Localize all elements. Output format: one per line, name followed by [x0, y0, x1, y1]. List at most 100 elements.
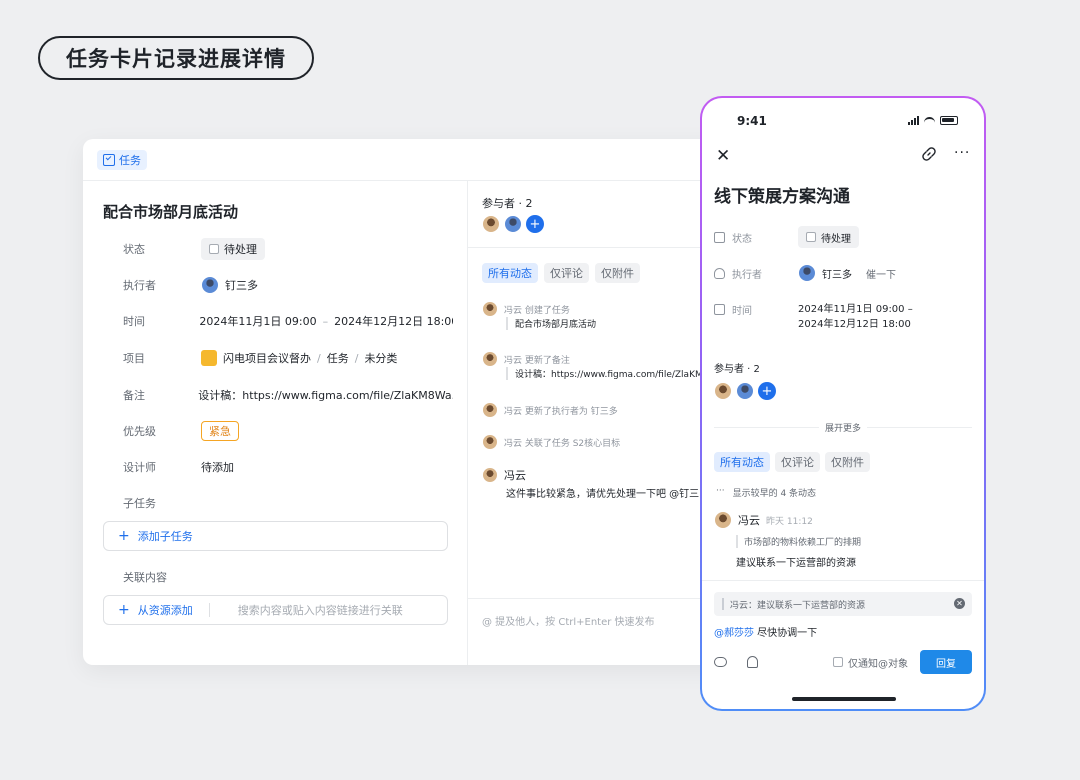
end-time: 2024年12月12日 18:00 [334, 315, 453, 328]
calendar-icon [714, 303, 725, 315]
status-chip[interactable]: 待处理 [201, 238, 265, 260]
avatar[interactable] [798, 264, 816, 282]
add-subtask-button[interactable]: + 添加子任务 [103, 521, 448, 551]
more-icon[interactable]: ··· [954, 145, 970, 161]
participants-label: 参与者 · 2 [714, 364, 760, 375]
comment-item: 冯云 昨天 11:12 市场部的物料依赖工厂的排期 建议联系一下运营部的资源 [714, 511, 974, 569]
task-title[interactable]: 配合市场部月底活动 [103, 201, 238, 222]
status-bar-icons [908, 116, 958, 125]
activity-text: 冯云 更新了备注 [504, 356, 570, 366]
signal-icon [908, 116, 919, 125]
headline: 任务卡片记录进展详情 [38, 36, 314, 80]
field-assignee: 执行者 钉三多 催一下 [714, 262, 976, 284]
status-chip[interactable]: 待处理 [798, 226, 859, 248]
add-participant-button[interactable]: + [526, 215, 544, 233]
time-value[interactable]: 2024年11月1日 09:00 – 2024年12月12日 18:00 [798, 298, 913, 332]
avatar [482, 467, 498, 483]
close-icon[interactable]: ✕ [716, 148, 730, 165]
plus-icon: + [118, 602, 130, 618]
filter-attachments[interactable]: 仅附件 [595, 263, 640, 283]
project-icon [201, 350, 217, 366]
participants-avatars: + [482, 215, 544, 233]
activity-quote: 设计稿：https://www.figma.com/file/ZlaKM8 [506, 367, 708, 380]
show-earlier-button[interactable]: ··· 显示较早的 4 条动态 [716, 486, 816, 499]
card-header: 任务 [83, 139, 743, 181]
assignee-name[interactable]: 钉三多 [822, 266, 852, 281]
urge-button[interactable]: 催一下 [866, 266, 896, 281]
add-participant-button[interactable]: + [758, 382, 776, 400]
bell-icon[interactable] [747, 656, 758, 668]
field-subtask: 子任务 [123, 491, 453, 515]
link-icon[interactable] [922, 147, 936, 161]
checkbox-icon [714, 231, 725, 243]
avatar [482, 434, 498, 450]
field-label: 备注 [123, 389, 145, 402]
comment-input[interactable]: @ 提及他人，按 Ctrl+Enter 快速发布 [482, 613, 655, 628]
participants-label: 参与者 · 2 [482, 197, 533, 210]
avatar[interactable] [482, 215, 500, 233]
activity-item: 冯云 关联了任务 S2核心目标 [482, 434, 620, 450]
time-value[interactable]: 2024年11月1日 09:00–2024年12月12日 18:00 [199, 313, 453, 329]
avatar[interactable] [736, 382, 754, 400]
task-details-panel: 配合市场部月底活动 状态 待处理 执行者 钉三多 时间 2024年11月1日 0… [83, 181, 468, 665]
battery-icon [940, 116, 958, 125]
field-label: 状态 [123, 243, 145, 256]
avatar[interactable] [714, 382, 732, 400]
avatar [714, 511, 732, 529]
avatar [482, 351, 498, 367]
activity-text: 冯云 更新了执行者为 钉三多 [504, 407, 618, 417]
assignee-value[interactable]: 钉三多 [201, 276, 258, 294]
show-earlier-label: 显示较早的 4 条动态 [732, 489, 817, 499]
related-content-box: + 从资源添加 搜索内容或贴入内容链接进行关联 [103, 595, 448, 625]
field-status: 状态 待处理 [714, 226, 976, 248]
filter-all[interactable]: 所有动态 [714, 452, 770, 472]
comment-author: 冯云 [504, 469, 526, 482]
note-value[interactable]: 设计稿：https://www.figma.com/file/ZlaKM8Wa.… [198, 387, 453, 403]
attachment-icon[interactable] [714, 657, 727, 667]
task-checkbox-icon [103, 153, 115, 166]
project-section: 未分类 [364, 352, 398, 365]
field-label: 项目 [123, 352, 145, 365]
field-project: 项目 闪电项目会议督办 / 任务 / 未分类 [123, 346, 453, 370]
filter-attachments[interactable]: 仅附件 [825, 452, 870, 472]
desktop-task-card: 任务 配合市场部月底活动 状态 待处理 执行者 钉三多 时间 2024年11月1… [83, 139, 743, 665]
notify-option[interactable]: 仅通知@对象 [833, 655, 908, 670]
expand-more-button[interactable]: 展开更多 [714, 420, 972, 434]
reply-input[interactable]: @郝莎莎 尽快协调一下 [714, 624, 817, 639]
project-value[interactable]: 闪电项目会议督办 / 任务 / 未分类 [201, 350, 397, 366]
avatar[interactable] [504, 215, 522, 233]
filter-all[interactable]: 所有动态 [482, 263, 538, 283]
task-title[interactable]: 线下策展方案沟通 [714, 182, 850, 207]
separator: / [317, 351, 321, 365]
comment-item: 冯云 这件事比较紧急，请优先处理一下吧 @钉三 [482, 467, 699, 500]
participants-avatars: + [714, 382, 776, 400]
checkbox-icon [833, 657, 843, 667]
wifi-icon [924, 116, 935, 125]
reply-quote: 冯云：建议联系一下运营部的资源 ✕ [714, 592, 972, 616]
start-time: 2024年11月1日 09:00 [199, 315, 317, 328]
separator: / [354, 351, 359, 365]
filter-comments[interactable]: 仅评论 [544, 263, 589, 283]
reply-button[interactable]: 回复 [920, 650, 972, 674]
reply-quote-text: 冯云：建议联系一下运营部的资源 [730, 600, 866, 611]
status-value: 待处理 [224, 243, 257, 256]
task-tag[interactable]: 任务 [97, 149, 147, 170]
field-label: 时间 [732, 305, 752, 317]
related-search-input[interactable]: 搜索内容或贴入内容链接进行关联 [238, 602, 403, 618]
activity-item: 冯云 更新了备注 设计稿：https://www.figma.com/file/… [482, 351, 708, 380]
field-label: 时间 [123, 315, 145, 328]
checkbox-icon [209, 244, 219, 254]
activity-text: 冯云 关联了任务 S2核心目标 [504, 439, 621, 449]
mention: @郝莎莎 [714, 628, 754, 639]
clear-quote-icon[interactable]: ✕ [954, 598, 965, 609]
filter-comments[interactable]: 仅评论 [775, 452, 820, 472]
add-from-resource-button[interactable]: 从资源添加 [138, 602, 193, 618]
field-label: 子任务 [123, 497, 156, 510]
project-group: 任务 [326, 352, 349, 365]
notify-label: 仅通知@对象 [848, 658, 908, 670]
composer-toolbar: 仅通知@对象 回复 [714, 650, 972, 674]
comment-quote: 市场部的物料依赖工厂的排期 [736, 535, 974, 548]
priority-badge[interactable]: 紧急 [201, 421, 239, 441]
designer-value[interactable]: 待添加 [201, 459, 234, 475]
field-status: 状态 待处理 [123, 237, 453, 261]
